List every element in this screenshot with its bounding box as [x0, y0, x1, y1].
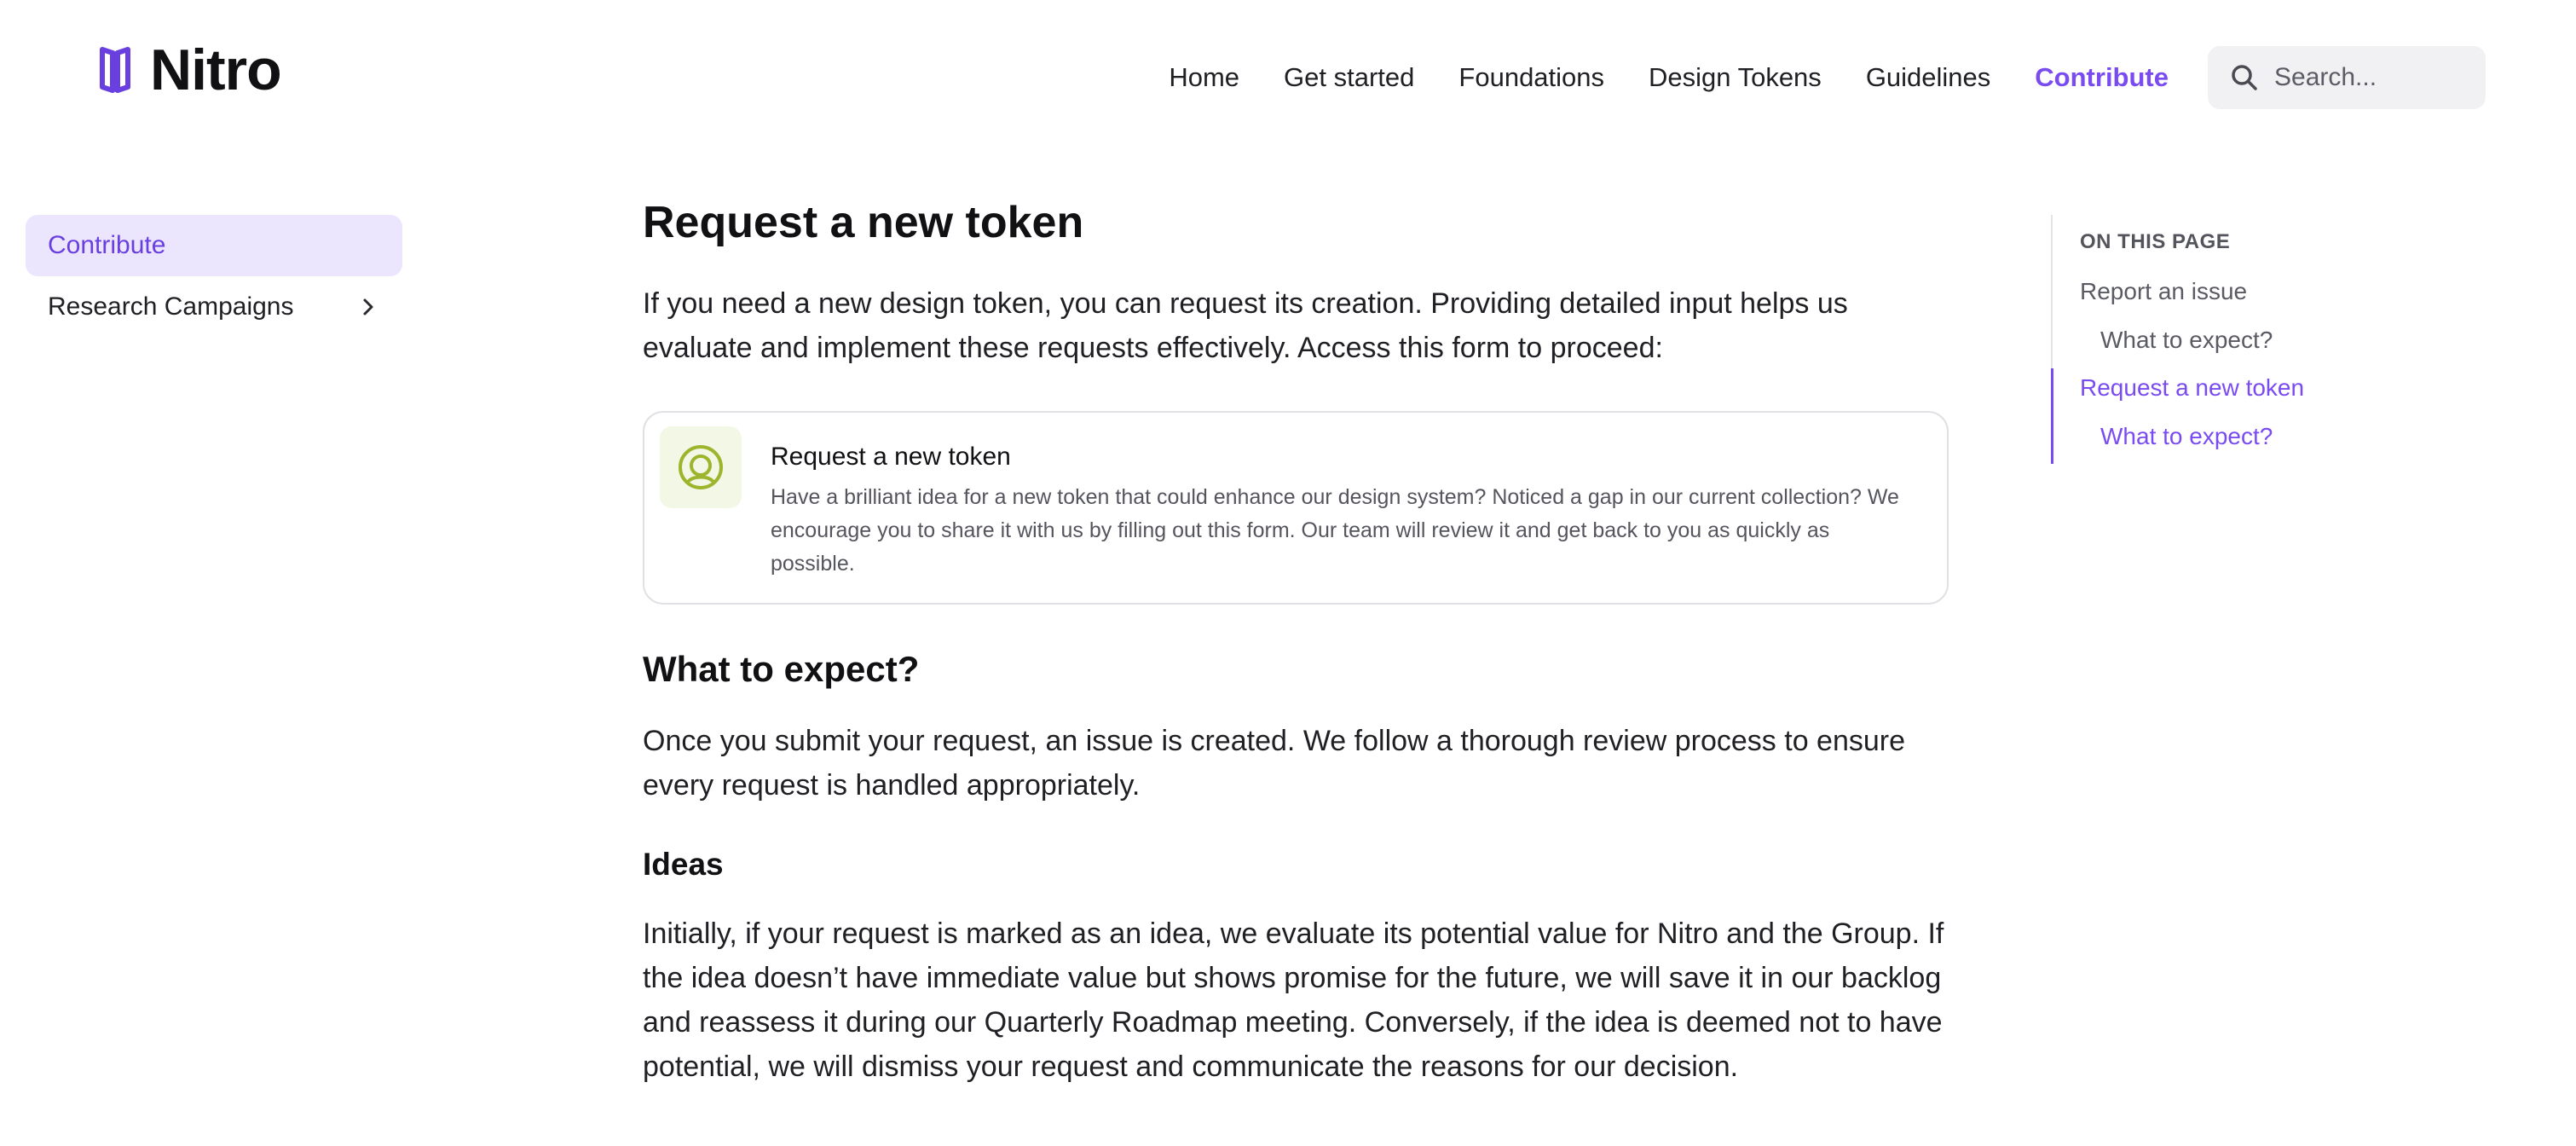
- sidebar-item-label: Research Campaigns: [48, 292, 294, 321]
- search-box[interactable]: [2208, 46, 2486, 109]
- logo-text: Nitro: [150, 38, 282, 102]
- toc-link-what-to-expect-1[interactable]: What to expect?: [2100, 327, 2273, 354]
- search-input[interactable]: [2273, 62, 2472, 93]
- ideas-paragraph: Initially, if your request is marked as …: [643, 917, 1944, 1083]
- nav-design-tokens[interactable]: Design Tokens: [1649, 55, 1822, 101]
- section-paragraph: Once you submit your request, an issue i…: [643, 725, 1906, 802]
- table-of-contents: ON THIS PAGE Report an issue What to exp…: [2051, 215, 2359, 464]
- toc-link-report-an-issue[interactable]: Report an issue: [2080, 278, 2247, 305]
- toc-link-request-a-new-token[interactable]: Request a new token: [2080, 374, 2304, 402]
- chevron-right-icon[interactable]: [356, 295, 380, 319]
- card-description: Have a brilliant idea for a new token th…: [771, 485, 1899, 576]
- nav-get-started[interactable]: Get started: [1284, 55, 1414, 101]
- toc-title: ON THIS PAGE: [2080, 230, 2231, 253]
- nitro-logo-icon: [100, 47, 130, 93]
- request-token-card[interactable]: Request a new token Have a brilliant ide…: [643, 411, 1949, 605]
- target-icon: [679, 445, 723, 489]
- card-body: Request a new token Have a brilliant ide…: [771, 426, 1915, 581]
- main-content: Request a new token If you need a new de…: [643, 193, 1949, 1089]
- nav-guidelines[interactable]: Guidelines: [1866, 55, 1990, 101]
- intro-paragraph: If you need a new design token, you can …: [643, 287, 1848, 364]
- site-header: Nitro Home Get started Foundations Desig…: [0, 0, 2576, 153]
- sidebar-item-research-campaigns[interactable]: Research Campaigns: [26, 276, 402, 338]
- ideas-heading: Ideas: [643, 847, 724, 882]
- toc-active-indicator: [2051, 368, 2053, 464]
- nav-home[interactable]: Home: [1169, 55, 1239, 101]
- toc-link-what-to-expect-2[interactable]: What to expect?: [2100, 423, 2273, 450]
- page-title: Request a new token: [643, 198, 1084, 247]
- sidebar-item-contribute[interactable]: Contribute: [26, 215, 402, 276]
- section-heading-what-to-expect: What to expect?: [643, 649, 920, 689]
- left-sidebar: Contribute Research Campaigns: [26, 215, 402, 338]
- sidebar-item-label: Contribute: [48, 231, 166, 259]
- logo-link[interactable]: Nitro: [94, 38, 282, 102]
- nav-foundations[interactable]: Foundations: [1458, 55, 1604, 101]
- nav-contribute[interactable]: Contribute: [2035, 55, 2169, 101]
- search-icon: [2232, 65, 2257, 90]
- card-icon-container: [660, 426, 742, 508]
- main-nav: Home Get started Foundations Design Toke…: [1124, 55, 2169, 101]
- card-title: Request a new token: [771, 443, 1011, 471]
